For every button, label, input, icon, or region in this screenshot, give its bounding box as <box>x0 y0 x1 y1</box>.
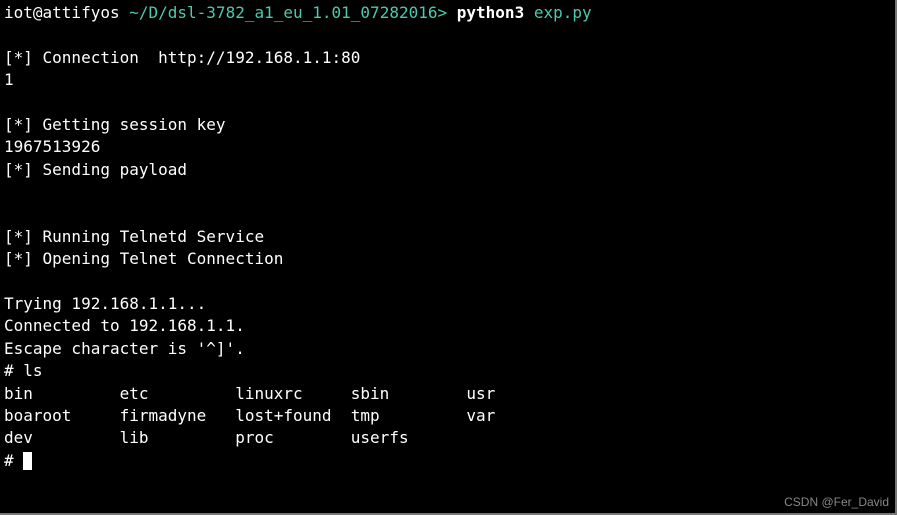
output-session-val: 1967513926 <box>4 137 100 156</box>
prompt-arrow: > <box>437 3 447 22</box>
prompt-path: ~/D/dsl-3782_a1_eu_1.01_07282016 <box>129 3 437 22</box>
cursor-icon <box>23 452 32 470</box>
output-session-key: [*] Getting session key <box>4 115 226 134</box>
prompt-sep <box>120 3 130 22</box>
ls-output-row: dev lib proc userfs <box>4 428 409 447</box>
output-trying: Trying 192.168.1.1... <box>4 294 206 313</box>
ls-output-row: boaroot firmadyne lost+found tmp var <box>4 406 495 425</box>
output-sending: [*] Sending payload <box>4 160 187 179</box>
prompt-space <box>447 3 457 22</box>
command: python3 <box>457 3 524 22</box>
prompt-user: iot@attifyos <box>4 3 120 22</box>
shell-prompt[interactable]: # <box>4 451 23 470</box>
output-connection: [*] Connection http://192.168.1.1:80 <box>4 48 360 67</box>
shell-ls-command: # ls <box>4 361 43 380</box>
command-arg: exp.py <box>534 3 592 22</box>
ls-output-row: bin etc linuxrc sbin usr <box>4 384 495 403</box>
output-escape: Escape character is '^]'. <box>4 339 245 358</box>
output-connected: Connected to 192.168.1.1. <box>4 316 245 335</box>
terminal-window[interactable]: iot@attifyos ~/D/dsl-3782_a1_eu_1.01_072… <box>4 2 893 472</box>
watermark: CSDN @Fer_David <box>784 494 889 511</box>
output-telnet-conn: [*] Opening Telnet Connection <box>4 249 283 268</box>
output-telnetd: [*] Running Telnetd Service <box>4 227 264 246</box>
output-one: 1 <box>4 70 14 89</box>
